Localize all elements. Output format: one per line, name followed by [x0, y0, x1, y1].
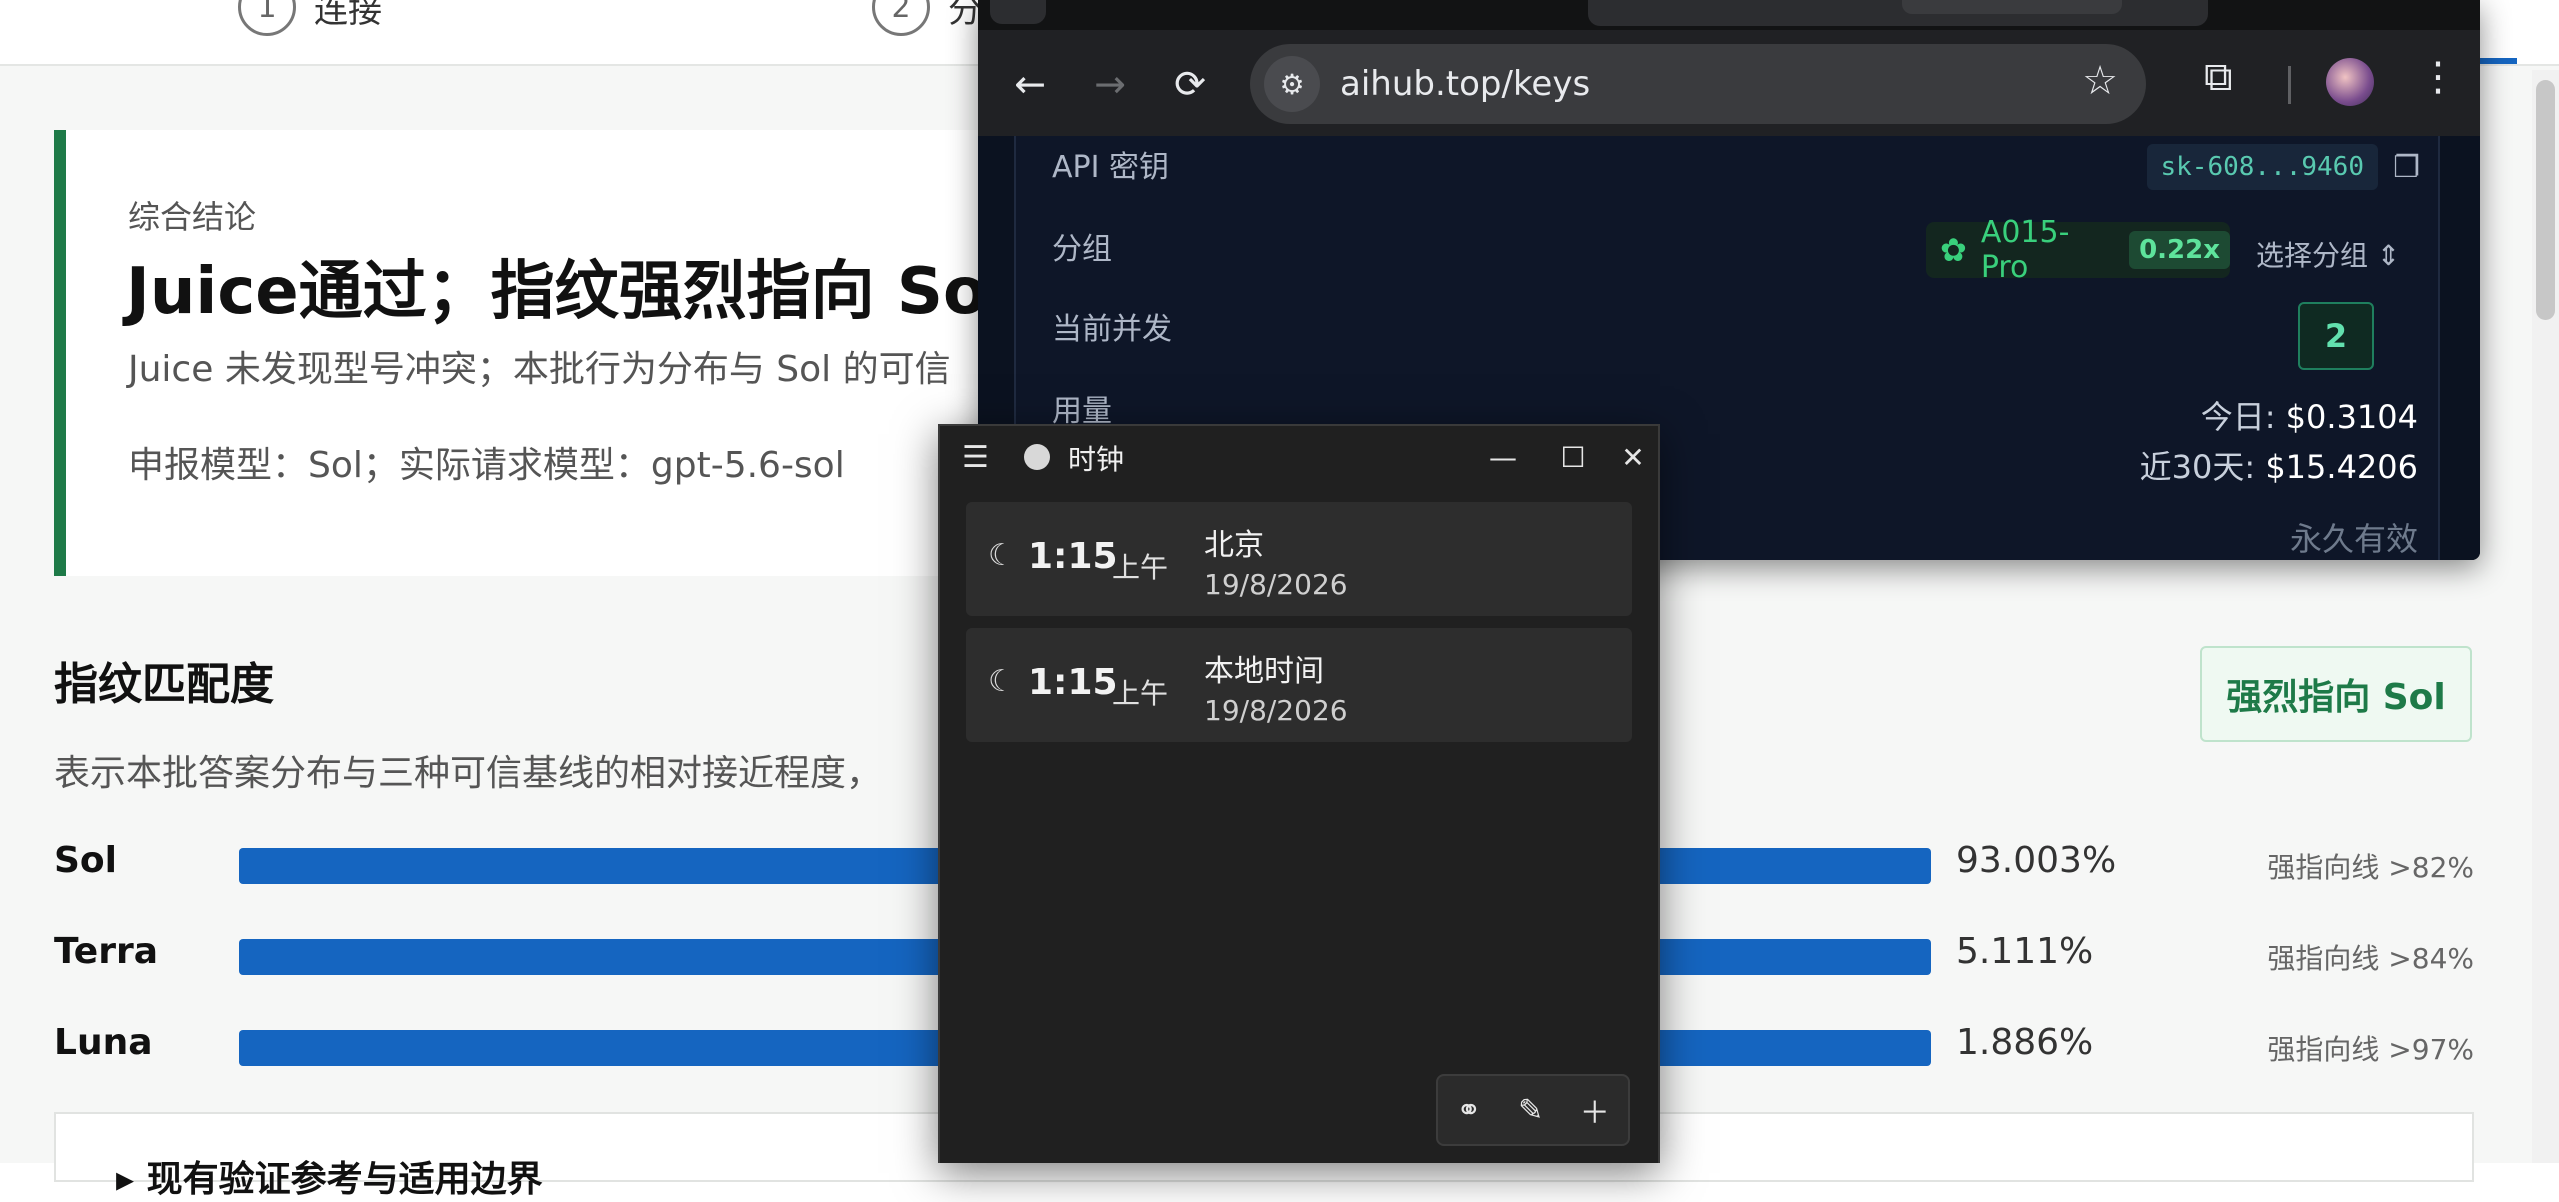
- clock-date: 19/8/2026: [1204, 694, 1348, 727]
- tab-strip: [978, 0, 2480, 30]
- close-icon[interactable]: ✕: [1610, 436, 1656, 478]
- updown-chevron-icon: ⇕: [2376, 239, 2401, 272]
- world-clock-card-local[interactable]: ☾ 1:15 上午 本地时间 19/8/2026: [966, 628, 1632, 742]
- api-key-label: API 密钥: [1052, 150, 1169, 185]
- step-number: 2: [872, 0, 930, 36]
- reference-section-title: ▸ 现有验证参考与适用边界: [116, 1159, 543, 1200]
- group-label: 分组: [1052, 232, 1112, 267]
- usage-today-value: $0.3104: [2285, 398, 2418, 436]
- tab-search-button[interactable]: [990, 0, 1046, 24]
- clock-date: 19/8/2026: [1204, 568, 1348, 601]
- usage-today: 今日: $0.3104: [2201, 392, 2418, 438]
- match-percent: 93.003%: [1956, 840, 2117, 881]
- model-name: Terra: [54, 931, 158, 972]
- moon-icon: ☾: [988, 664, 1015, 699]
- edit-pencil-icon[interactable]: ✎: [1518, 1093, 1543, 1128]
- world-clock-card-beijing[interactable]: ☾ 1:15 上午 北京 19/8/2026: [966, 502, 1632, 616]
- address-bar[interactable]: ⚙ aihub.top/keys ☆: [1250, 44, 2146, 124]
- usage-30d-label: 近30天:: [2139, 448, 2256, 486]
- usage-today-label: 今日:: [2200, 398, 2276, 436]
- step-second[interactable]: 2 分: [872, 0, 982, 36]
- clock-title: 时钟: [1068, 443, 1125, 476]
- conclusion-title: Juice通过；指纹强烈指向 Sol: [126, 255, 1009, 329]
- page-scrollbar[interactable]: [2532, 70, 2559, 1163]
- minimize-icon[interactable]: —: [1480, 436, 1526, 478]
- clock-bottom-toolbar: ⚭ ✎ ＋: [1436, 1074, 1630, 1146]
- model-name: Luna: [54, 1022, 153, 1063]
- step-label: 连接: [314, 0, 382, 31]
- reload-icon[interactable]: ⟳: [1158, 52, 1222, 116]
- clock-window: ☰ 时钟 — ☐ ✕ ☾ 1:15 上午 北京 19/8/2026 ☾ 1:15…: [938, 424, 1660, 1163]
- concurrency-label: 当前并发: [1052, 312, 1172, 347]
- clock-time: 1:15: [1028, 536, 1118, 577]
- conclusion-model-info: 申报模型：Sol；实际请求模型：gpt-5.6-sol: [128, 445, 845, 486]
- fingerprint-title: 指纹匹配度: [54, 659, 274, 710]
- select-group-dropdown[interactable]: 选择分组 ⇕: [2256, 234, 2400, 274]
- group-name: A015-Pro: [1980, 215, 2070, 285]
- clock-city: 北京: [1204, 528, 1264, 563]
- model-name: Sol: [54, 840, 117, 881]
- clock-app-icon: [1024, 444, 1050, 470]
- extensions-puzzle-icon[interactable]: ⧉: [2204, 54, 2233, 100]
- usage-30d-value: $15.4206: [2265, 448, 2418, 486]
- clock-time: 1:15: [1028, 662, 1118, 703]
- conclusion-label: 综合结论: [128, 198, 257, 236]
- openai-logo-icon: ✿: [1940, 231, 1967, 269]
- conclusion-description: Juice 未发现型号冲突；本批行为分布与 Sol 的可信: [128, 349, 951, 390]
- match-percent: 1.886%: [1956, 1022, 2094, 1063]
- threshold-text: 强指向线 >82%: [2267, 851, 2474, 884]
- threshold-text: 强指向线 >84%: [2267, 942, 2474, 975]
- group-multiplier: 0.22x: [2129, 231, 2230, 269]
- profile-avatar[interactable]: [2326, 58, 2374, 106]
- clock-titlebar: ☰ 时钟 — ☐ ✕: [940, 426, 1658, 488]
- forward-arrow-icon[interactable]: →: [1078, 52, 1142, 116]
- bookmark-star-icon[interactable]: ☆: [2082, 58, 2118, 104]
- clock-city: 本地时间: [1204, 654, 1324, 689]
- moon-icon: ☾: [988, 538, 1015, 573]
- site-settings-icon[interactable]: ⚙: [1264, 56, 1320, 112]
- compare-time-icon[interactable]: ⚭: [1456, 1093, 1481, 1128]
- step-label: 分: [948, 0, 982, 31]
- tab-inner: [1902, 0, 2122, 14]
- validity-text: 永久有效: [2289, 520, 2418, 558]
- add-plus-icon[interactable]: ＋: [1580, 1088, 1610, 1132]
- clock-ampm: 上午: [1112, 551, 1169, 584]
- browser-toolbar: ← → ⟳ ⚙ aihub.top/keys ☆ ⧉ ⋮: [978, 30, 2480, 136]
- scrollbar-thumb[interactable]: [2536, 80, 2555, 320]
- maximize-icon[interactable]: ☐: [1550, 436, 1596, 478]
- hamburger-menu-icon[interactable]: ☰: [962, 440, 989, 475]
- step-number: 1: [238, 0, 296, 36]
- concurrency-value: 2: [2298, 302, 2374, 370]
- select-group-label: 选择分组: [2256, 239, 2369, 272]
- fingerprint-verdict-badge: 强烈指向 Sol: [2200, 646, 2472, 742]
- clock-ampm: 上午: [1112, 677, 1169, 710]
- fingerprint-description: 表示本批答案分布与三种可信基线的相对接近程度，: [54, 753, 883, 794]
- copy-clipboard-icon[interactable]: ❐: [2393, 150, 2420, 185]
- match-percent: 5.111%: [1956, 931, 2094, 972]
- step-connect[interactable]: 1 连接: [238, 0, 382, 36]
- usage-30-days: 近30天: $15.4206: [2140, 442, 2418, 488]
- url-text[interactable]: aihub.top/keys: [1340, 64, 1590, 104]
- threshold-text: 强指向线 >97%: [2267, 1033, 2474, 1066]
- menu-kebab-icon[interactable]: ⋮: [2418, 54, 2458, 100]
- api-key-value[interactable]: sk-608...9460: [2146, 144, 2378, 190]
- toolbar-separator: [2288, 66, 2291, 104]
- back-arrow-icon[interactable]: ←: [998, 52, 1062, 116]
- group-tag: ✿ A015-Pro 0.22x: [1926, 215, 2230, 285]
